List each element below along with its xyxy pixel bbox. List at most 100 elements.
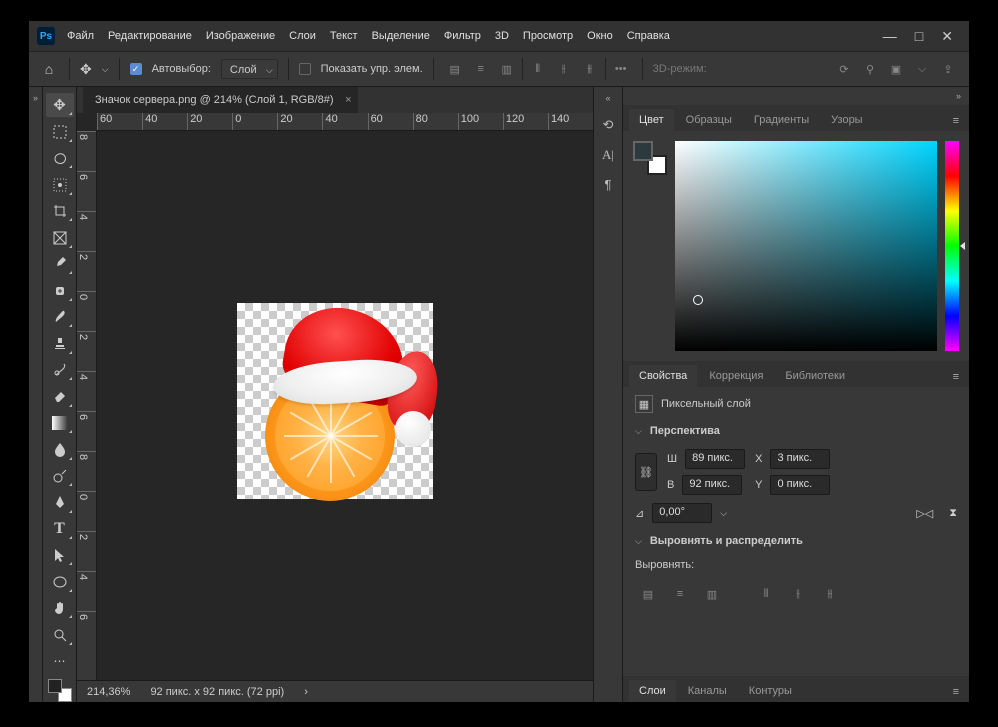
- menu-layer[interactable]: Слои: [289, 30, 316, 42]
- tab-layers[interactable]: Слои: [629, 680, 676, 702]
- align-right-icon[interactable]: ▥: [699, 583, 725, 605]
- menu-view[interactable]: Просмотр: [523, 30, 573, 42]
- autoselect-dropdown[interactable]: Слой: [221, 59, 278, 79]
- move-tool-icon[interactable]: ✥: [80, 61, 92, 78]
- hand-tool[interactable]: [46, 596, 74, 620]
- eraser-tool[interactable]: [46, 384, 74, 408]
- stamp-tool[interactable]: [46, 331, 74, 355]
- tab-paths[interactable]: Контуры: [739, 680, 802, 702]
- angle-input[interactable]: 0,00°: [652, 503, 712, 523]
- transform-header[interactable]: ⌵ Перспектива: [635, 421, 957, 441]
- history-brush-tool[interactable]: [46, 358, 74, 382]
- hue-slider[interactable]: [945, 141, 959, 351]
- document-canvas[interactable]: [237, 303, 433, 499]
- doc-dimensions[interactable]: 92 пикс. x 92 пикс. (72 ppi): [150, 686, 284, 698]
- gradient-tool[interactable]: [46, 411, 74, 435]
- align-top-icon[interactable]: ⫴: [527, 58, 549, 80]
- canvas-viewport[interactable]: 60 40 20 0 20 40 60 80 100 120 140 8 6 4…: [77, 113, 593, 680]
- tab-color[interactable]: Цвет: [629, 109, 674, 131]
- menu-image[interactable]: Изображение: [206, 30, 275, 42]
- toggle-icon[interactable]: «: [605, 93, 610, 103]
- link-wh-button[interactable]: ⛓: [635, 453, 657, 491]
- align-left-icon[interactable]: ▤: [635, 583, 661, 605]
- path-select-tool[interactable]: [46, 543, 74, 567]
- angle-chevron-icon[interactable]: ⌵: [720, 508, 727, 519]
- align-header[interactable]: ⌵ Выровнять и распределить: [635, 531, 957, 551]
- x-input[interactable]: 3 пикс.: [770, 449, 830, 469]
- blur-tool[interactable]: [46, 437, 74, 461]
- heal-tool[interactable]: [46, 278, 74, 302]
- menu-window[interactable]: Окно: [587, 30, 613, 42]
- maximize-button[interactable]: □: [915, 28, 923, 45]
- height-input[interactable]: 92 пикс.: [682, 475, 742, 495]
- panel-menu-icon[interactable]: ≡: [943, 367, 969, 387]
- align-center-h-icon[interactable]: ≡: [667, 583, 693, 605]
- y-input[interactable]: 0 пикс.: [770, 475, 830, 495]
- edit-toolbar[interactable]: ⋯: [46, 649, 74, 673]
- align-top-icon[interactable]: ⫴: [753, 583, 779, 605]
- quick-select-tool[interactable]: [46, 172, 74, 196]
- align-bottom-icon[interactable]: ⫵: [817, 583, 843, 605]
- shape-tool[interactable]: [46, 569, 74, 593]
- autoselect-checkbox[interactable]: ✓: [130, 63, 142, 75]
- close-tab-icon[interactable]: ×: [345, 94, 351, 106]
- flip-v-icon[interactable]: ⧗: [949, 507, 957, 520]
- menu-help[interactable]: Справка: [627, 30, 670, 42]
- home-icon[interactable]: ⌂: [39, 60, 59, 78]
- panel-menu-icon[interactable]: ≡: [943, 682, 969, 702]
- document-tab[interactable]: Значок сервера.png @ 214% (Слой 1, RGB/8…: [83, 87, 358, 113]
- paragraph-icon[interactable]: ¶: [605, 177, 612, 192]
- crop-tool[interactable]: [46, 199, 74, 223]
- tab-gradients[interactable]: Градиенты: [744, 109, 819, 131]
- width-input[interactable]: 89 пикс.: [685, 449, 745, 469]
- minimize-button[interactable]: —: [883, 28, 897, 45]
- search-icon[interactable]: ⚲: [859, 58, 881, 80]
- chevron-down-icon[interactable]: ⌵: [102, 64, 109, 75]
- panel-menu-icon[interactable]: ≡: [943, 111, 969, 131]
- tab-patterns[interactable]: Узоры: [821, 109, 872, 131]
- align-left-icon[interactable]: ▤: [444, 58, 466, 80]
- history-icon[interactable]: ⟲: [603, 117, 614, 133]
- show-controls-checkbox[interactable]: [299, 63, 311, 75]
- orbit-icon[interactable]: ⟳: [833, 58, 855, 80]
- tab-swatches[interactable]: Образцы: [676, 109, 742, 131]
- frame-tool[interactable]: [46, 225, 74, 249]
- menu-select[interactable]: Выделение: [372, 30, 430, 42]
- type-tool[interactable]: T: [46, 517, 74, 541]
- character-icon[interactable]: A|: [602, 147, 614, 163]
- tab-channels[interactable]: Каналы: [678, 680, 737, 702]
- flip-h-icon[interactable]: ▷◁: [916, 507, 933, 520]
- align-center-h-icon[interactable]: ≡: [470, 58, 492, 80]
- zoom-tool[interactable]: [46, 622, 74, 646]
- align-bottom-icon[interactable]: ⫵: [579, 58, 601, 80]
- color-field[interactable]: [675, 141, 937, 351]
- chevron-down-icon[interactable]: ⌵: [911, 58, 933, 80]
- tab-adjustments[interactable]: Коррекция: [699, 365, 773, 387]
- fg-bg-panel-swatch[interactable]: [633, 141, 667, 175]
- marquee-tool[interactable]: [46, 119, 74, 143]
- layout-icon[interactable]: ▣: [885, 58, 907, 80]
- dodge-tool[interactable]: [46, 464, 74, 488]
- share-icon[interactable]: ⇪: [937, 58, 959, 80]
- eyedropper-tool[interactable]: [46, 252, 74, 276]
- toggle-icon[interactable]: »: [33, 93, 38, 103]
- chevron-right-icon[interactable]: ›: [304, 686, 308, 698]
- menu-file[interactable]: Файл: [67, 30, 94, 42]
- menu-filter[interactable]: Фильтр: [444, 30, 481, 42]
- align-right-icon[interactable]: ▥: [496, 58, 518, 80]
- menu-edit[interactable]: Редактирование: [108, 30, 192, 42]
- tab-libraries[interactable]: Библиотеки: [775, 365, 855, 387]
- panel-toggle[interactable]: »: [623, 87, 969, 105]
- pen-tool[interactable]: [46, 490, 74, 514]
- tab-properties[interactable]: Свойства: [629, 365, 697, 387]
- zoom-value[interactable]: 214,36%: [87, 686, 130, 698]
- brush-tool[interactable]: [46, 305, 74, 329]
- move-tool[interactable]: ✥: [46, 93, 74, 117]
- close-button[interactable]: ✕: [941, 28, 953, 45]
- lasso-tool[interactable]: [46, 146, 74, 170]
- menu-type[interactable]: Текст: [330, 30, 358, 42]
- align-middle-v-icon[interactable]: ⫲: [785, 583, 811, 605]
- menu-3d[interactable]: 3D: [495, 30, 509, 42]
- more-align-icon[interactable]: •••: [610, 58, 632, 80]
- fg-bg-swatch[interactable]: [48, 679, 72, 702]
